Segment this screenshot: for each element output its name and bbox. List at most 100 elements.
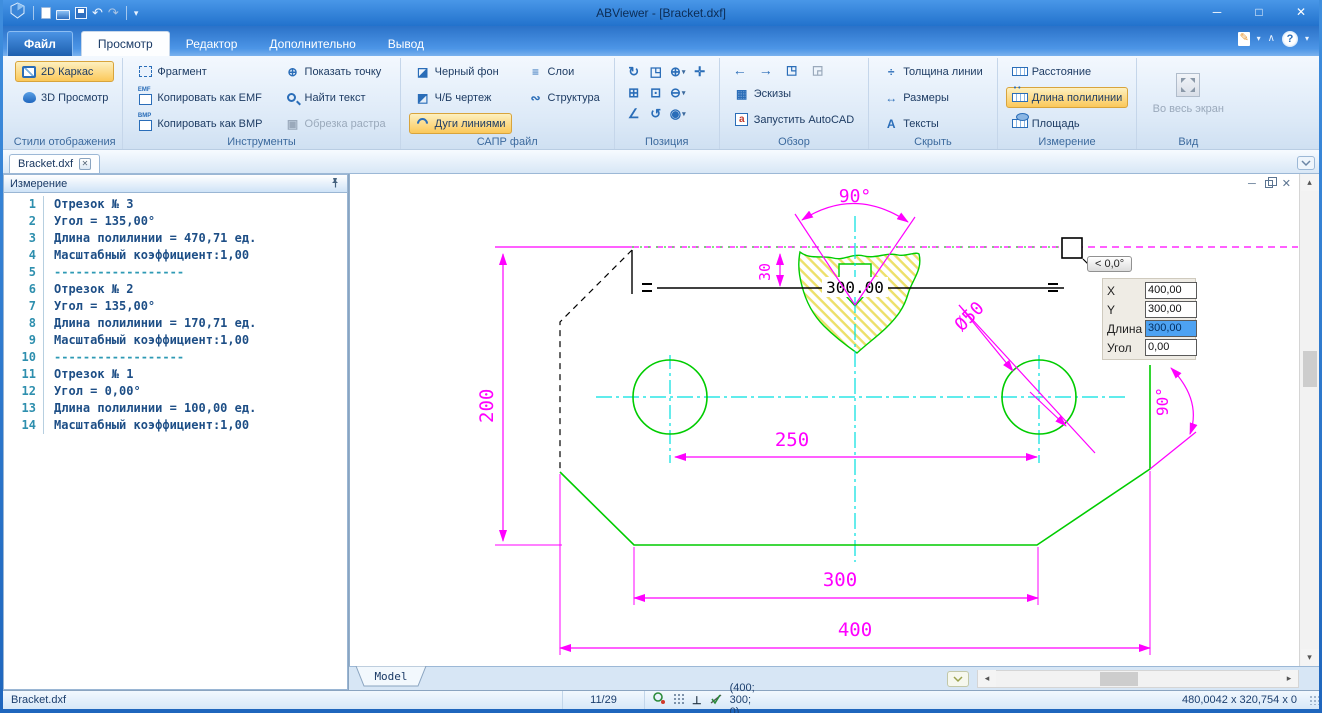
zoom-extents-icon[interactable]: ⊡ <box>645 85 667 101</box>
group-label: Позиция <box>615 136 719 148</box>
tab-close-icon[interactable]: ✕ <box>79 158 91 170</box>
thumbnails-button[interactable]: ▦Эскизы <box>728 83 860 104</box>
quick-edit-caret-icon[interactable]: ▾ <box>1257 31 1261 47</box>
minimize-button[interactable]: ─ <box>1207 0 1227 24</box>
copy-as-emf-button[interactable]: EMFКопировать как EMF <box>131 87 268 108</box>
tab-advanced[interactable]: Дополнительно <box>253 32 371 56</box>
view-3d-button[interactable]: 3D Просмотр <box>15 87 114 108</box>
grid-icon[interactable] <box>673 693 685 708</box>
measure-line: 5------------------ <box>4 264 347 281</box>
measure-line: 9Масштабный коэффициент:1,00 <box>4 332 347 349</box>
angle-tooltip: < 0,0° <box>1087 256 1132 272</box>
resize-grip[interactable] <box>1309 695 1319 705</box>
measurement-panel-header: Измерение <box>3 174 348 193</box>
back-view-icon[interactable]: ← <box>732 62 748 77</box>
collapse-ribbon-icon[interactable]: ∧ <box>1268 31 1275 47</box>
find-text-button[interactable]: Найти текст <box>279 87 392 108</box>
tab-output[interactable]: Вывод <box>372 32 440 56</box>
mdi-restore-icon[interactable] <box>1265 180 1273 188</box>
measure-line: 13Длина полилинии = 100,00 ед. <box>4 400 347 417</box>
fragment-button[interactable]: Фрагмент <box>131 61 268 82</box>
forward-view-icon[interactable]: → <box>758 62 774 77</box>
polyline-length-button[interactable]: Длина полилинии <box>1006 87 1129 108</box>
mdi-close-icon[interactable]: ✕ <box>1282 177 1291 190</box>
pan-icon[interactable]: ✛ <box>689 64 711 80</box>
fullscreen-button: Во весь экран <box>1145 61 1231 127</box>
show-point-button[interactable]: ⊕Показать точку <box>279 61 392 82</box>
layers-button[interactable]: ≡Слои <box>522 61 606 82</box>
group-label: Обзор <box>720 136 868 148</box>
tab-view[interactable]: Просмотр <box>81 31 170 56</box>
line-weight-icon: ÷ <box>883 64 899 79</box>
tab-file[interactable]: Файл <box>7 31 73 56</box>
group-measure: Расстояние Длина полилинии Площадь Измер… <box>998 58 1138 149</box>
length-input[interactable]: 300,00 <box>1145 320 1197 337</box>
measure-line: 3Длина полилинии = 470,71 ед. <box>4 230 347 247</box>
horizontal-scroll-thumb[interactable] <box>1100 672 1138 686</box>
tab-editor[interactable]: Редактор <box>170 32 254 56</box>
tile-views-icon[interactable]: ⊞ <box>623 85 645 101</box>
scroll-left-icon[interactable]: ◂ <box>978 670 996 687</box>
osnap-icon[interactable] <box>709 693 723 708</box>
panel-collapse-button[interactable] <box>1297 156 1315 170</box>
ortho-icon[interactable]: ⊥ <box>692 694 702 707</box>
run-autocad-button[interactable]: aЗапустить AutoCAD <box>728 109 860 130</box>
distance-button[interactable]: Расстояние <box>1006 61 1129 82</box>
black-background-button[interactable]: ◪Черный фон <box>409 61 512 82</box>
mdi-minimize-icon[interactable]: ─ <box>1248 178 1256 190</box>
x-label: X <box>1107 284 1145 298</box>
texts-button[interactable]: AТексты <box>877 113 989 134</box>
dimensions-button[interactable]: ↔Размеры <box>877 87 989 108</box>
scroll-down-icon[interactable]: ▾ <box>1301 649 1319 666</box>
document-tab-bracket[interactable]: Bracket.dxf ✕ <box>9 154 100 173</box>
y-input[interactable]: 300,00 <box>1145 301 1197 318</box>
group-label: Стили отображения <box>7 136 122 148</box>
dim-label-angle-right: 90° <box>1153 387 1172 416</box>
area-button[interactable]: Площадь <box>1006 113 1129 134</box>
sheet-tab-bar: Model ◂ ▸ <box>349 666 1319 690</box>
horizontal-scrollbar[interactable]: ◂ ▸ <box>977 670 1299 688</box>
structure-button[interactable]: ∾Структура <box>522 87 606 108</box>
status-filename: Bracket.dxf <box>3 691 563 709</box>
group-tools: Фрагмент EMFКопировать как EMF BMPКопиро… <box>123 58 400 149</box>
measure-line: 7Угол = 135,00° <box>4 298 347 315</box>
line-weight-button[interactable]: ÷Толщина линии <box>877 61 989 82</box>
rotate-view-icon[interactable]: ↻ <box>623 64 645 80</box>
zoom-selected-icon[interactable]: ◉▾ <box>667 106 689 122</box>
x-input[interactable]: 400,00 <box>1145 282 1197 299</box>
angle-input[interactable]: 0,00 <box>1145 339 1197 356</box>
measure-line: 1Отрезок № 3 <box>4 196 347 213</box>
wireframe-2d-button[interactable]: 2D Каркас <box>15 61 114 82</box>
help-icon[interactable]: ? <box>1282 31 1298 47</box>
copy-as-bmp-button[interactable]: BMPКопировать как BMP <box>131 113 268 134</box>
rotate-angle-icon[interactable]: ∠ <box>623 106 645 122</box>
fullscreen-icon <box>1176 73 1200 97</box>
drawing-canvas[interactable]: ─ ✕ <box>349 174 1299 666</box>
vertical-scroll-thumb[interactable] <box>1303 351 1317 387</box>
y-label: Y <box>1107 303 1145 317</box>
scroll-up-icon[interactable]: ▴ <box>1301 174 1319 191</box>
vertical-scrollbar[interactable]: ▴ ▾ <box>1299 174 1319 666</box>
zoom-out-icon[interactable]: ⊖▾ <box>667 85 689 101</box>
close-button[interactable]: ✕ <box>1291 0 1311 24</box>
sheet-tab-model[interactable]: Model <box>355 665 427 692</box>
zoom-window-icon[interactable]: ◳ <box>645 64 667 80</box>
maximize-button[interactable]: □ <box>1249 0 1269 24</box>
prev-page-icon[interactable]: ◳ <box>784 62 800 77</box>
scroll-right-icon[interactable]: ▸ <box>1280 670 1298 687</box>
bw-drawing-button[interactable]: ◩Ч/Б чертеж <box>409 87 512 108</box>
group-label: Измерение <box>998 136 1137 148</box>
coordinate-input-panel: X 400,00 Y 300,00 Длина 300,00 Угол 0,00 <box>1102 278 1196 360</box>
quick-edit-icon[interactable] <box>1238 32 1250 46</box>
zoom-in-icon[interactable]: ⊕▾ <box>667 64 689 80</box>
expand-panel-button[interactable] <box>947 671 969 687</box>
arcs-as-lines-button[interactable]: Дуги линиями <box>409 113 512 134</box>
refresh-view-icon[interactable]: ↺ <box>645 106 667 122</box>
measure-line: 2Угол = 135,00° <box>4 213 347 230</box>
pin-icon[interactable] <box>330 177 341 191</box>
crop-raster-icon: ▣ <box>285 116 301 131</box>
snap-icon[interactable] <box>653 692 666 708</box>
group-position: ↻ ◳ ⊕▾ ✛ ⊞ ⊡ ⊖▾ ∠ ↺ ◉▾ Позиция <box>615 58 720 149</box>
measurement-results[interactable]: 1Отрезок № 32Угол = 135,00°3Длина полили… <box>3 193 348 690</box>
help-caret-icon[interactable]: ▾ <box>1305 31 1309 47</box>
